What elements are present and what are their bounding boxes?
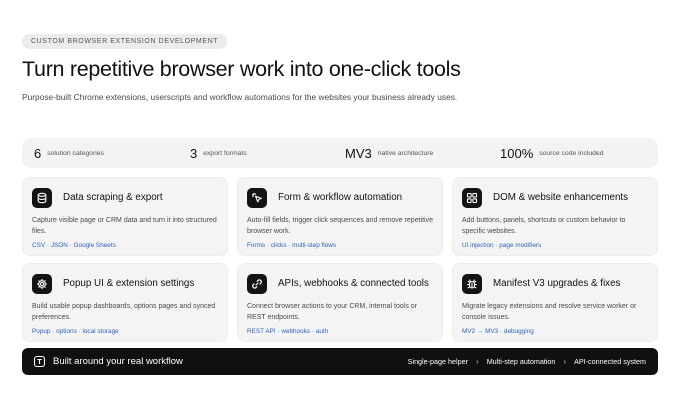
card-tags: MV2 → MV3 · debugging: [462, 328, 534, 335]
stat-label: source code included: [539, 149, 604, 157]
stat-label: solution categories: [47, 149, 104, 157]
database-icon: [32, 188, 52, 208]
workflow-bar-title: Built around your real workflow: [53, 356, 183, 367]
stat-item: 6 solution categories: [34, 138, 104, 168]
card-tags: REST API · webhooks · auth: [247, 328, 329, 335]
card-tags: CSV · JSON · Google Sheets: [32, 242, 116, 249]
card-form-automation[interactable]: Form & workflow automation Auto-fill fie…: [237, 177, 443, 256]
page-subtitle: Purpose-built Chrome extensions, userscr…: [22, 92, 458, 102]
workflow-steps: Single-page helper › Multi-step automati…: [408, 348, 646, 375]
card-tags: Popup · options · local storage: [32, 328, 119, 335]
stat-item: MV3 native architecture: [345, 138, 433, 168]
card-data-scraping[interactable]: Data scraping & export Capture visible p…: [22, 177, 228, 256]
stat-value: 100%: [500, 145, 534, 161]
stat-item: 100% source code included: [500, 138, 604, 168]
card-title: Form & workflow automation: [278, 192, 403, 203]
card-title: Data scraping & export: [63, 192, 163, 203]
card-description: Build usable popup dashboards, options p…: [32, 303, 216, 321]
gear-icon: [32, 274, 52, 294]
stat-value: MV3: [345, 145, 372, 161]
workflow-bar: Built around your real workflow Single-p…: [22, 348, 658, 375]
workflow-step: Single-page helper: [407, 357, 469, 366]
card-dom-enhancements[interactable]: DOM & website enhancements Add buttons, …: [452, 177, 658, 256]
chevron-right-icon: ›: [476, 357, 479, 366]
chevron-right-icon: ›: [563, 357, 567, 366]
card-popup-ui[interactable]: Popup UI & extension settings Build usab…: [22, 263, 228, 342]
workflow-step: API-connected system: [574, 357, 646, 366]
card-description: Add buttons, panels, shortcuts or custom…: [462, 217, 626, 235]
link-icon: [247, 274, 267, 294]
page-title: Turn repetitive browser work into one-cl…: [22, 57, 461, 81]
stats-bar: 6 solution categories 3 export formats M…: [22, 138, 658, 168]
card-description: Capture visible page or CRM data and tur…: [32, 217, 217, 235]
card-tags: UI injection · page modifiers: [462, 242, 542, 249]
bug-icon: [462, 274, 482, 294]
grid-icon: [462, 188, 482, 208]
stat-label: native architecture: [377, 149, 434, 157]
card-title: Popup UI & extension settings: [63, 278, 195, 289]
stat-label: export formats: [203, 149, 247, 157]
pointer-click-icon: [247, 188, 267, 208]
card-title: APIs, webhooks & connected tools: [278, 278, 429, 289]
stat-item: 3 export formats: [190, 138, 247, 168]
card-tags: Forms · clicks · multi-step flows: [247, 242, 337, 249]
card-description: Migrate legacy extensions and resolve se…: [462, 303, 637, 321]
card-title: Manifest V3 upgrades & fixes: [493, 278, 621, 289]
card-description: Auto-fill fields, trigger click sequence…: [247, 217, 433, 235]
stat-value: 3: [190, 145, 198, 161]
card-apis-webhooks[interactable]: APIs, webhooks & connected tools Connect…: [237, 263, 443, 342]
eyebrow-badge: CUSTOM BROWSER EXTENSION DEVELOPMENT: [22, 34, 228, 49]
stat-value: 6: [34, 145, 42, 161]
card-manifest-v3[interactable]: Manifest V3 upgrades & fixes Migrate leg…: [452, 263, 658, 342]
card-title: DOM & website enhancements: [493, 192, 629, 203]
tool-icon: [33, 355, 46, 368]
card-description: Connect browser actions to your CRM, int…: [247, 303, 418, 321]
workflow-step: Multi-step automation: [486, 357, 556, 366]
